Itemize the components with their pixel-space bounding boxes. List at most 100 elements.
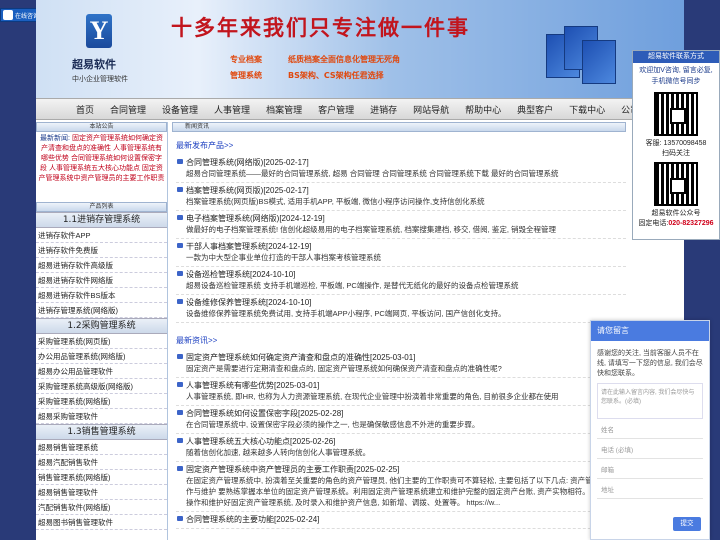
banner-tag: 管理系统 bbox=[230, 71, 262, 80]
wechat-qr-icon bbox=[654, 92, 698, 136]
notice-header: 本站公告 bbox=[36, 122, 167, 132]
contact-header: 超易软件联系方式 bbox=[633, 51, 719, 63]
logo-subtitle: 中小企业管理软件 bbox=[72, 76, 128, 83]
scan-label: 扫码关注 bbox=[662, 150, 690, 157]
phone-number: 020-82327296 bbox=[668, 220, 714, 227]
nav-site-guide[interactable]: 网站导航 bbox=[405, 103, 457, 116]
nav-help[interactable]: 帮助中心 bbox=[457, 103, 509, 116]
list-item-desc: 人事管理系统, 即HR, 也称为人力资源管理系统, 在现代企业管理中扮演着非常重… bbox=[186, 392, 559, 401]
list-item-desc: 超易合同管理系统——最好的合同管理系统, 超易 合同管理 合同管理系统 合同管理… bbox=[186, 169, 559, 178]
chat-icon bbox=[3, 10, 13, 20]
category-item[interactable]: 汽配销售软件(网络版) bbox=[36, 500, 167, 515]
official-account-label: 超易软件公众号 bbox=[651, 210, 701, 217]
list-item-desc: 超易设备巡检管理系统 支持手机端巡检, 平板端, PC端操作, 是替代无纸化的最… bbox=[186, 281, 519, 290]
list-item-title[interactable]: 设备维修保养管理系统[2024-10-10] bbox=[176, 297, 626, 308]
category-item[interactable]: 超易采购管理软件 bbox=[36, 409, 167, 424]
phone-label: 固定电话: bbox=[638, 220, 669, 227]
category-item[interactable]: 超易进销存软件高级版 bbox=[36, 258, 167, 273]
list-item-title[interactable]: 干部人事档案管理系统[2024-12-19] bbox=[176, 241, 626, 252]
category-list: 1.1进销存管理系统 进销存软件APP 进销存软件免费版 超易进销存软件高级版 超易进销… bbox=[36, 212, 167, 530]
left-sidebar: 本站公告 最新新闻: 固定资产管理系统如何确定资产清查和盘点的准确性 人事管理系… bbox=[36, 122, 168, 540]
name-field[interactable]: 姓名 bbox=[597, 423, 703, 439]
list-item: 固定资产管理系统如何确定资产清查和盘点的准确性[2025-03-01] 固定资产是… bbox=[176, 350, 626, 378]
banner-tag: 纸质档案全面信息化管理无死角 bbox=[288, 55, 400, 64]
list-item-desc: 固定资产是需要进行定期清查和盘点的, 固定资产管理系统如何确保资产清查和盘点的准… bbox=[186, 364, 502, 373]
category-title[interactable]: 1.1进销存管理系统 bbox=[36, 212, 167, 228]
list-item-desc: 设备维修保养管理系统免费试用, 支持手机端APP小程序, PC端网页, 平板访问… bbox=[186, 309, 506, 318]
nav-clients[interactable]: 典型客户 bbox=[509, 103, 561, 116]
address-field[interactable]: 地址 bbox=[597, 483, 703, 499]
service-phone: 客服: 13570098458 bbox=[645, 140, 707, 147]
list-item-desc: 档案管理系统(网页版)BS模式, 适用手机APP, 平板端, 微信小程序访问操作… bbox=[186, 197, 485, 206]
contact-text: 欢迎加V咨询, 留言必复, 手机微信号同步 bbox=[639, 67, 713, 85]
phone-field[interactable]: 电话 (必填) bbox=[597, 443, 703, 459]
list-item-title[interactable]: 固定资产管理系统如何确定资产清查和盘点的准确性[2025-03-01] bbox=[176, 352, 626, 363]
category-item[interactable]: 采购管理系统(网页版) bbox=[36, 334, 167, 349]
logo-icon[interactable]: Y bbox=[86, 14, 112, 48]
category-item[interactable]: 超易办公用品管理软件 bbox=[36, 364, 167, 379]
list-item-title[interactable]: 人事管理系统有哪些优势[2025-03-01] bbox=[176, 380, 626, 391]
message-widget-text: 感谢您的关注, 当前客服人员不在线, 请填写一下您的信息, 我们会尽快和您联系。 bbox=[597, 350, 703, 377]
category-item[interactable]: 采购管理系统高级版(网络版) bbox=[36, 379, 167, 394]
list-item: 合同管理系统的主要功能[2025-02-24] bbox=[176, 512, 626, 529]
list-item-title[interactable]: 档案管理系统(网页版)[2025-02-17] bbox=[176, 185, 626, 196]
category-item[interactable]: 超易汽配销售软件 bbox=[36, 455, 167, 470]
latest-products-title[interactable]: 最新发布产品>> bbox=[176, 140, 626, 151]
slogan: 十多年来我们只专注做一件事 bbox=[171, 15, 470, 40]
category-item[interactable]: 超易进销存软件网络版 bbox=[36, 273, 167, 288]
product-list: 合同管理系统(网络版)[2025-02-17] 超易合同管理系统——最好的合同管理… bbox=[172, 155, 626, 323]
list-item: 合同管理系统如何设置保密字段[2025-02-28] 在合同管理系统中, 设置保密… bbox=[176, 406, 626, 434]
list-item-title[interactable]: 设备巡检管理系统[2024-10-10] bbox=[176, 269, 626, 280]
category-item[interactable]: 超易销售管理系统 bbox=[36, 440, 167, 455]
banner-tag: 专业档案 bbox=[230, 55, 262, 64]
email-field[interactable]: 邮箱 bbox=[597, 463, 703, 479]
logo-name: 超易软件 bbox=[72, 58, 116, 71]
category-item[interactable]: 超易进销存软件BS版本 bbox=[36, 288, 167, 303]
latest-news-title[interactable]: 最新资讯>> bbox=[176, 335, 626, 346]
product-box-image bbox=[546, 22, 616, 92]
nav-download[interactable]: 下载中心 bbox=[561, 103, 613, 116]
banner-tag: BS架构、CS架构任君选择 bbox=[288, 71, 384, 80]
list-item-desc: 一款为中大型企事业单位打造的干部人事档案考核管理系统 bbox=[186, 253, 381, 262]
category-title[interactable]: 1.2采购管理系统 bbox=[36, 318, 167, 334]
list-item-title[interactable]: 人事管理系统五大核心功能点[2025-02-26] bbox=[176, 436, 626, 447]
list-item-title[interactable]: 固定资产管理系统中资产管理员的主要工作职责[2025-02-25] bbox=[176, 464, 626, 475]
category-item[interactable]: 进销存管理系统(网络版) bbox=[36, 303, 167, 318]
category-item[interactable]: 办公用品管理系统(网络版) bbox=[36, 349, 167, 364]
message-content-input[interactable]: 请在此输入留言内容, 我们会尽快与您联系。(必填) bbox=[597, 383, 703, 419]
list-item-title[interactable]: 合同管理系统(网络版)[2025-02-17] bbox=[176, 157, 626, 168]
category-item[interactable]: 销售管理系统(网络版) bbox=[36, 470, 167, 485]
list-item-desc: 在合同管理系统中, 设置保密字段必须的操作之一, 也是确保敏感信息不外泄的重要步… bbox=[186, 420, 480, 429]
nav-customer[interactable]: 客户管理 bbox=[310, 103, 362, 116]
list-item-desc: 在固定资产管理系统中, 扮演着至关重要的角色的资产管理员, 他们主要的工作职责可… bbox=[186, 476, 623, 507]
list-item: 合同管理系统(网络版)[2025-02-17] 超易合同管理系统——最好的合同管理… bbox=[176, 155, 626, 183]
nav-contract[interactable]: 合同管理 bbox=[102, 103, 154, 116]
notice-marquee[interactable]: 最新新闻: 固定资产管理系统如何确定资产清查和盘点的准确性 人事管理系统有哪些优… bbox=[36, 132, 167, 202]
notice-label: 最新新闻: bbox=[40, 135, 70, 142]
category-item[interactable]: 超易销售管理软件 bbox=[36, 485, 167, 500]
product-box bbox=[582, 40, 616, 84]
list-item: 设备巡检管理系统[2024-10-10] 超易设备巡检管理系统 支持手机端巡检, … bbox=[176, 267, 626, 295]
news-panel: 新闻资讯 最新发布产品>> 合同管理系统(网络版)[2025-02-17] 超易合… bbox=[172, 122, 626, 540]
list-item-title[interactable]: 合同管理系统的主要功能[2025-02-24] bbox=[176, 514, 626, 525]
list-item-title[interactable]: 合同管理系统如何设置保密字段[2025-02-28] bbox=[176, 408, 626, 419]
list-item: 固定资产管理系统中资产管理员的主要工作职责[2025-02-25] 在固定资产管理… bbox=[176, 462, 626, 512]
submit-button[interactable]: 提交 bbox=[673, 517, 701, 531]
nav-hr[interactable]: 人事管理 bbox=[206, 103, 258, 116]
category-item[interactable]: 采购管理系统(网络版) bbox=[36, 394, 167, 409]
category-item[interactable]: 进销存软件APP bbox=[36, 228, 167, 243]
list-item: 人事管理系统有哪些优势[2025-03-01] 人事管理系统, 即HR, 也称为人… bbox=[176, 378, 626, 406]
nav-archive[interactable]: 档案管理 bbox=[258, 103, 310, 116]
category-title[interactable]: 1.3销售管理系统 bbox=[36, 424, 167, 440]
category-item[interactable]: 进销存软件免费版 bbox=[36, 243, 167, 258]
category-item[interactable]: 超易图书销售管理软件 bbox=[36, 515, 167, 530]
nav-equipment[interactable]: 设备管理 bbox=[154, 103, 206, 116]
message-widget-header[interactable]: 请您留言 bbox=[591, 321, 709, 341]
notice-text[interactable]: 固定资产管理系统如何确定资产清查和盘点的准确性 人事管理系统有哪些优势 合同管理… bbox=[39, 135, 165, 182]
list-item-title[interactable]: 电子档案管理系统(网络版)[2024-12-19] bbox=[176, 213, 626, 224]
nav-home[interactable]: 首页 bbox=[36, 103, 102, 116]
products-header: 产品列表 bbox=[36, 202, 167, 212]
list-item: 档案管理系统(网页版)[2025-02-17] 档案管理系统(网页版)BS模式, … bbox=[176, 183, 626, 211]
nav-inventory[interactable]: 进销存 bbox=[362, 103, 405, 116]
list-item: 干部人事档案管理系统[2024-12-19] 一款为中大型企事业单位打造的干部人事… bbox=[176, 239, 626, 267]
